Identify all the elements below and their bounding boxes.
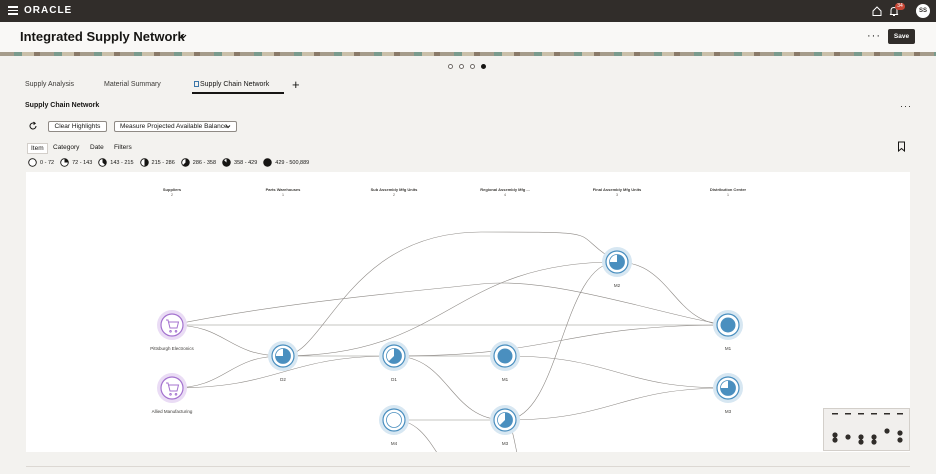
node-label: Allied Manufacturing [151,409,193,414]
chevron-down-icon[interactable] [179,32,188,41]
legend-pie-icon [181,158,190,167]
filter-tab-date[interactable]: Date [87,143,107,152]
legend-item: 215 - 286 [139,158,175,167]
network-column-header: Distribution Center 1 [710,187,746,197]
legend-pie-icon [263,158,273,167]
network-edge [282,231,618,357]
tab-material-summary[interactable]: Material Summary [104,81,161,88]
legend-pie-icon [139,158,149,167]
column-count: 1 [281,192,285,197]
user-avatar[interactable]: SS [916,4,930,18]
network-column-header: Regional Assembly Mfg ... 4 [480,187,529,197]
supply-chain-network-canvas[interactable]: Suppliers 2 Parts Warehouses 1 Sub Assembly … [26,172,910,452]
tab-supply-chain-network[interactable]: Supply Chain Network [194,81,269,88]
column-count: 1 [726,192,730,197]
global-header: ORACLE 34 SS [0,0,936,22]
navigator-menu-icon[interactable] [8,6,18,15]
legend-pie-icon [28,158,37,167]
refresh-icon[interactable] [28,121,38,131]
node-label: M1 [501,377,509,382]
active-tab-indicator [192,92,284,94]
network-column-header: Sub Assembly Mfg Units 2 [371,187,418,197]
page-divider [26,466,910,467]
legend-pie-icon [60,158,69,167]
document-icon [194,81,199,87]
legend-label: 358 - 429 [234,159,258,166]
legend-item: 286 - 358 [181,158,216,167]
node-label: D2 [280,377,286,382]
legend-label: 72 - 143 [72,159,93,166]
notification-badge: 34 [895,3,905,10]
overview-minimap[interactable] [823,408,910,451]
add-tab-button[interactable]: + [292,78,300,91]
filter-tab-filters[interactable]: Filters [111,143,135,152]
tab-supply-chain-network-label: Supply Chain Network [200,81,270,88]
legend-item: 143 - 215 [98,158,134,167]
header-decorative-band [0,52,936,56]
network-edge [171,282,729,326]
measure-select[interactable]: Measure Projected Available Balance [114,121,237,132]
filter-tab-item[interactable]: Item [27,143,48,154]
section-more-actions-button[interactable]: ··· [900,101,912,111]
clear-highlights-button[interactable]: Clear Highlights [48,121,107,132]
legend-item: 72 - 143 [60,158,92,167]
legend-label: 143 - 215 [110,159,134,166]
node-label: M3 [501,441,509,446]
legend-item: 429 - 500,889 [263,158,309,167]
page-carousel-dots [448,64,486,69]
site-node[interactable] [712,309,744,341]
section-title: Supply Chain Network [25,102,100,109]
column-count: 2 [170,192,174,197]
network-edge [504,387,729,421]
node-label: M3 [724,409,732,414]
network-column-header: Suppliers 2 [163,187,181,197]
network-edge [504,355,729,389]
carousel-dot-2[interactable] [459,64,464,69]
minimap-thumbnail [832,413,903,445]
site-node[interactable] [712,372,744,404]
network-column-header: Final Assembly Mfg Units 3 [593,187,642,197]
network-edge [282,261,618,357]
measure-legend: 0 - 72 72 - 143 143 - 215 215 - 286 286 - 35… [28,158,315,167]
node-label: Pittsburgh Electronics [150,346,194,351]
legend-item: 0 - 72 [28,158,54,167]
network-edge [504,261,618,421]
legend-pie-icon [222,158,231,167]
carousel-dot-4[interactable] [481,64,486,69]
site-node[interactable] [489,340,521,372]
column-count: 4 [503,192,507,197]
home-icon[interactable] [871,5,883,17]
supplier-node[interactable] [156,372,188,404]
column-count: 3 [615,192,619,197]
legend-label: 0 - 72 [40,159,55,166]
carousel-dot-3[interactable] [470,64,475,69]
legend-label: 286 - 358 [192,159,217,166]
column-count: 2 [392,192,396,197]
legend-item: 358 - 429 [222,158,257,167]
tab-supply-analysis[interactable]: Supply Analysis [25,81,74,88]
bookmark-icon[interactable] [897,141,906,152]
site-node[interactable] [378,340,410,372]
site-node[interactable] [267,340,299,372]
header-more-actions-button[interactable]: ··· [867,30,881,42]
legend-label: 215 - 286 [151,159,175,166]
node-label: D1 [391,377,397,382]
legend-label: 429 - 500,889 [275,159,310,166]
network-column-header: Parts Warehouses 1 [266,187,301,197]
node-label: M4 [390,441,398,446]
node-label: M1 [724,346,732,351]
legend-pie-icon [98,158,108,167]
carousel-dot-1[interactable] [448,64,453,69]
oracle-logo: ORACLE [24,5,73,16]
site-node[interactable] [489,404,521,436]
page-title: Integrated Supply Network [20,29,185,44]
chevron-down-icon [225,125,231,129]
site-node[interactable] [601,246,633,278]
node-label: M2 [613,283,621,288]
measure-select-value: Measure Projected Available Balance [120,123,228,130]
filter-tab-category[interactable]: Category [50,143,82,152]
supplier-node[interactable] [156,309,188,341]
site-node[interactable] [378,404,410,436]
save-button[interactable]: Save [888,29,915,44]
